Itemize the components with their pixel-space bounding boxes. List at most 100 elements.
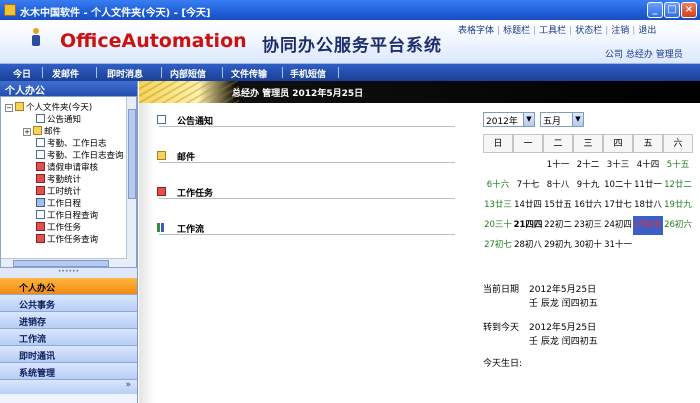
calendar-day[interactable]: 18廿八 — [633, 196, 663, 215]
tree-item-personal-folder[interactable]: − 个人文件夹(今天) — [5, 101, 92, 113]
weekday-header: 三 — [573, 134, 603, 153]
calendar-day[interactable]: 28初八 — [513, 236, 543, 255]
calendar-day[interactable]: 14廿四 — [513, 196, 543, 215]
calendar-day[interactable]: 15廿五 — [543, 196, 573, 215]
tree-item-schedule-query[interactable]: 工作日程查询 — [36, 209, 98, 221]
link-toolbar[interactable]: 工具栏 — [539, 26, 566, 36]
menu-instant-message[interactable]: 即时消息 — [107, 67, 143, 80]
calendar-day[interactable]: 19廿九 — [663, 196, 693, 215]
doc-icon — [36, 138, 45, 147]
link-statusbar[interactable]: 状态栏 — [575, 26, 602, 36]
tree-item-attendance-stats[interactable]: 考勤统计 — [36, 173, 81, 185]
window-title: 水木中国软件 - 个人文件夹(今天) - [今天] — [20, 8, 211, 19]
month-select[interactable]: 五月 ▼ — [540, 112, 584, 127]
weekday-header: 四 — [603, 134, 633, 153]
calendar-day[interactable]: 5十五 — [663, 156, 693, 175]
top-links: 表格字体 | 标题栏 | 工具栏 | 状态栏 | 注销 | 退出 — [458, 26, 657, 36]
tree-item-notice[interactable]: 公告通知 — [36, 113, 81, 125]
calendar-day[interactable]: 27初七 — [483, 236, 513, 255]
section-task[interactable]: 工作任务 — [157, 185, 455, 199]
calendar-day[interactable]: 23初三 — [573, 216, 603, 235]
info-bar-text: 总经办 管理员 2012年5月25日 — [232, 89, 364, 99]
current-lunar-value: 壬 辰龙 闰四初五 — [529, 299, 598, 309]
calendar-day[interactable]: 2十二 — [573, 156, 603, 175]
folder-icon — [33, 126, 42, 135]
tree-item-schedule[interactable]: 工作日程 — [36, 197, 81, 209]
doc-icon — [36, 210, 45, 219]
doc-icon — [36, 114, 45, 123]
nav-inventory[interactable]: 进销存 — [0, 312, 137, 329]
calendar-day[interactable]: 24初四 — [603, 216, 633, 235]
menu-internal-sms[interactable]: 内部短信 — [170, 67, 206, 80]
tree-item-mail[interactable]: + 邮件 — [23, 125, 61, 137]
calendar-day[interactable]: 22初二 — [543, 216, 573, 235]
goto-lunar-value: 壬 辰龙 闰四初五 — [529, 337, 598, 347]
calendar-day[interactable]: 20三十 — [483, 216, 513, 235]
nav-public-affairs[interactable]: 公共事务 — [0, 295, 137, 312]
calendar-day[interactable]: 30初十 — [573, 236, 603, 255]
link-exit[interactable]: 退出 — [638, 26, 656, 36]
check-icon — [36, 162, 45, 171]
calendar-day[interactable]: 9十九 — [573, 176, 603, 195]
menu-send-mail[interactable]: 发邮件 — [52, 67, 79, 80]
nav-workflow[interactable]: 工作流 — [0, 329, 137, 346]
calendar-day[interactable]: 16廿六 — [573, 196, 603, 215]
calendar-day[interactable]: 8十八 — [543, 176, 573, 195]
doc-icon — [36, 150, 45, 159]
sidebar: 个人办公 − 个人文件夹(今天) 公告通知 + 邮件 考勤、工作日志 考勤、工作日志… — [0, 81, 138, 403]
link-titlebar[interactable]: 标题栏 — [503, 26, 530, 36]
main-menubar: 今日 发邮件 即时消息 内部短信 文件传输 手机短信 — [0, 64, 700, 81]
mail-icon — [157, 151, 166, 160]
current-date-label: 当前日期 — [483, 285, 520, 295]
section-workflow[interactable]: 工作流 — [157, 221, 455, 235]
menu-today[interactable]: 今日 — [13, 67, 31, 80]
calendar-day[interactable]: 7十七 — [513, 176, 543, 195]
nav-more-button[interactable]: » — [0, 380, 137, 394]
chart-icon — [36, 174, 45, 183]
calendar-day[interactable]: 26初六 — [663, 216, 693, 235]
chevron-down-icon: ▼ — [523, 113, 534, 126]
folder-tree: − 个人文件夹(今天) 公告通知 + 邮件 考勤、工作日志 考勤、工作日志查询 请假… — [0, 96, 137, 268]
nav-system-admin[interactable]: 系统管理 — [0, 363, 137, 380]
sidebar-splitter[interactable]: •••••• — [0, 268, 137, 278]
tree-item-attendance-log[interactable]: 考勤、工作日志 — [36, 137, 107, 149]
tree-horizontal-scrollbar[interactable] — [1, 258, 127, 267]
minimize-button[interactable]: _ — [647, 2, 663, 18]
tree-item-task-query[interactable]: 工作任务查询 — [36, 233, 98, 245]
tree-vertical-scrollbar[interactable] — [126, 97, 136, 267]
menu-file-transfer[interactable]: 文件传输 — [231, 67, 267, 80]
year-select[interactable]: 2012年 ▼ — [483, 112, 535, 127]
calendar-day[interactable]: 1十一 — [543, 156, 573, 175]
calendar-day[interactable]: 17廿七 — [603, 196, 633, 215]
nav-instant-comm[interactable]: 即时通讯 — [0, 346, 137, 363]
current-date-value: 2012年5月25日 — [529, 285, 597, 295]
decor-swirl — [139, 81, 239, 103]
calendar-day[interactable]: 12廿二 — [663, 176, 693, 195]
calendar-day[interactable]: 10二十 — [603, 176, 633, 195]
calendar-day[interactable]: 13廿三 — [483, 196, 513, 215]
calendar-day[interactable]: 11廿一 — [633, 176, 663, 195]
task-icon — [157, 187, 166, 196]
link-logout[interactable]: 注销 — [611, 26, 629, 36]
link-table-font[interactable]: 表格字体 — [458, 26, 494, 36]
goto-today-link[interactable]: 转到今天 — [483, 320, 519, 333]
tree-item-leave-review[interactable]: 请假申请审核 — [36, 161, 98, 173]
nav-personal-office[interactable]: 个人办公 — [0, 278, 137, 295]
section-mail[interactable]: 邮件 — [157, 149, 455, 163]
calendar-day[interactable]: 4十四 — [633, 156, 663, 175]
weekday-header: 五 — [633, 134, 663, 153]
calendar-day[interactable]: 6十六 — [483, 176, 513, 195]
calendar-day[interactable]: 29初九 — [543, 236, 573, 255]
section-notice[interactable]: 公告通知 — [157, 113, 455, 127]
tree-item-hours-stats[interactable]: 工时统计 — [36, 185, 81, 197]
calendar-day[interactable]: 21四四 — [513, 216, 543, 235]
calendar-day[interactable]: 3十三 — [603, 156, 633, 175]
calendar-day[interactable]: 25初五 — [633, 216, 663, 235]
close-button[interactable]: × — [681, 2, 697, 18]
check-icon — [36, 222, 45, 231]
maximize-button[interactable]: □ — [664, 2, 680, 18]
tree-item-task[interactable]: 工作任务 — [36, 221, 81, 233]
tree-item-attendance-log-query[interactable]: 考勤、工作日志查询 — [36, 149, 124, 161]
calendar-day[interactable]: 31十一 — [603, 236, 633, 255]
menu-mobile-sms[interactable]: 手机短信 — [290, 67, 326, 80]
